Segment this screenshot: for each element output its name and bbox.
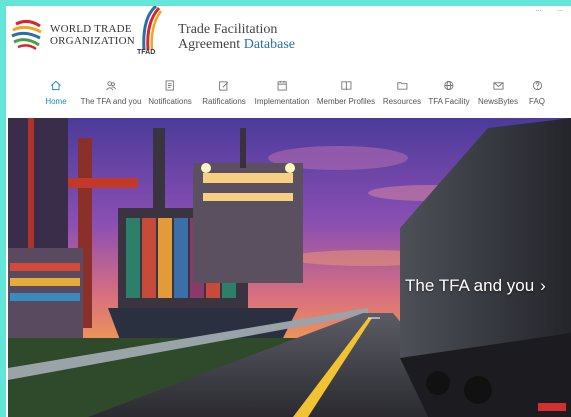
database-title[interactable]: Trade Facilitation Agreement Database bbox=[178, 22, 295, 52]
top-link-1[interactable]: ... bbox=[535, 6, 541, 13]
chevron-right-icon: › bbox=[540, 276, 546, 295]
hero-tfa-link[interactable]: The TFA and you › bbox=[405, 276, 546, 296]
home-icon bbox=[51, 80, 61, 91]
nav-label: NewsBytes bbox=[477, 97, 519, 106]
top-utility-bar: ... ... bbox=[521, 6, 563, 13]
nav-notifications[interactable]: Notifications bbox=[148, 80, 192, 106]
wto-line-2: ORGANIZATION bbox=[50, 35, 135, 47]
nav-resources[interactable]: Resources bbox=[383, 80, 421, 106]
wto-wordmark[interactable]: WORLD TRADE ORGANIZATION bbox=[50, 23, 135, 47]
nav-label: FAQ bbox=[528, 97, 546, 106]
title-agreement: Agreement bbox=[178, 37, 241, 52]
globe-icon bbox=[444, 80, 454, 91]
nav-member-profiles[interactable]: Member Profiles bbox=[317, 80, 375, 106]
nav-ratifications[interactable]: Ratifications bbox=[202, 80, 246, 106]
title-line-1: Trade Facilitation bbox=[178, 22, 278, 37]
nav-label: TFA Facility bbox=[428, 97, 470, 106]
nav-label: Member Profiles bbox=[316, 97, 376, 106]
nav-faq[interactable]: FAQ bbox=[529, 80, 545, 106]
mail-icon bbox=[492, 82, 504, 90]
nav-tfa-and-you[interactable]: The TFA and you bbox=[80, 80, 142, 106]
nav-implementation[interactable]: Implementation bbox=[254, 80, 310, 106]
wto-logo-icon[interactable] bbox=[10, 16, 46, 56]
hero-image bbox=[8, 118, 571, 417]
hero-banner[interactable]: The TFA and you › bbox=[8, 118, 571, 417]
top-link-2[interactable]: ... bbox=[557, 6, 563, 13]
folder-icon bbox=[396, 82, 408, 90]
nav-label: Notifications bbox=[148, 97, 192, 106]
nav-home[interactable]: Home bbox=[45, 80, 67, 106]
book-icon bbox=[340, 81, 352, 91]
wto-line-1: WORLD TRADE bbox=[50, 23, 132, 35]
tfad-label: TFAD bbox=[137, 49, 156, 56]
nav-label: Home bbox=[45, 97, 67, 106]
nav-newsbytes[interactable]: NewsBytes bbox=[478, 80, 518, 106]
title-database: Database bbox=[243, 37, 296, 52]
nav-label: The TFA and you bbox=[80, 97, 142, 106]
nav-tfa-facility[interactable]: TFA Facility bbox=[428, 80, 470, 106]
hero-link-label: The TFA and you bbox=[405, 276, 535, 295]
page: ... ... WORLD TRADE ORGANIZATION TFAD Tr… bbox=[6, 6, 571, 417]
nav-label: Implementation bbox=[254, 97, 310, 106]
title-line-2: Agreement Database bbox=[178, 37, 295, 52]
nav-label: Ratifications bbox=[202, 97, 246, 106]
calendar-icon bbox=[277, 80, 287, 91]
notification-icon bbox=[165, 80, 175, 91]
main-nav: Home The TFA and you Notifications Ratif… bbox=[36, 80, 566, 114]
edit-icon bbox=[219, 81, 229, 91]
question-icon bbox=[532, 80, 542, 91]
people-icon bbox=[106, 81, 116, 91]
nav-label: Resources bbox=[382, 97, 422, 106]
